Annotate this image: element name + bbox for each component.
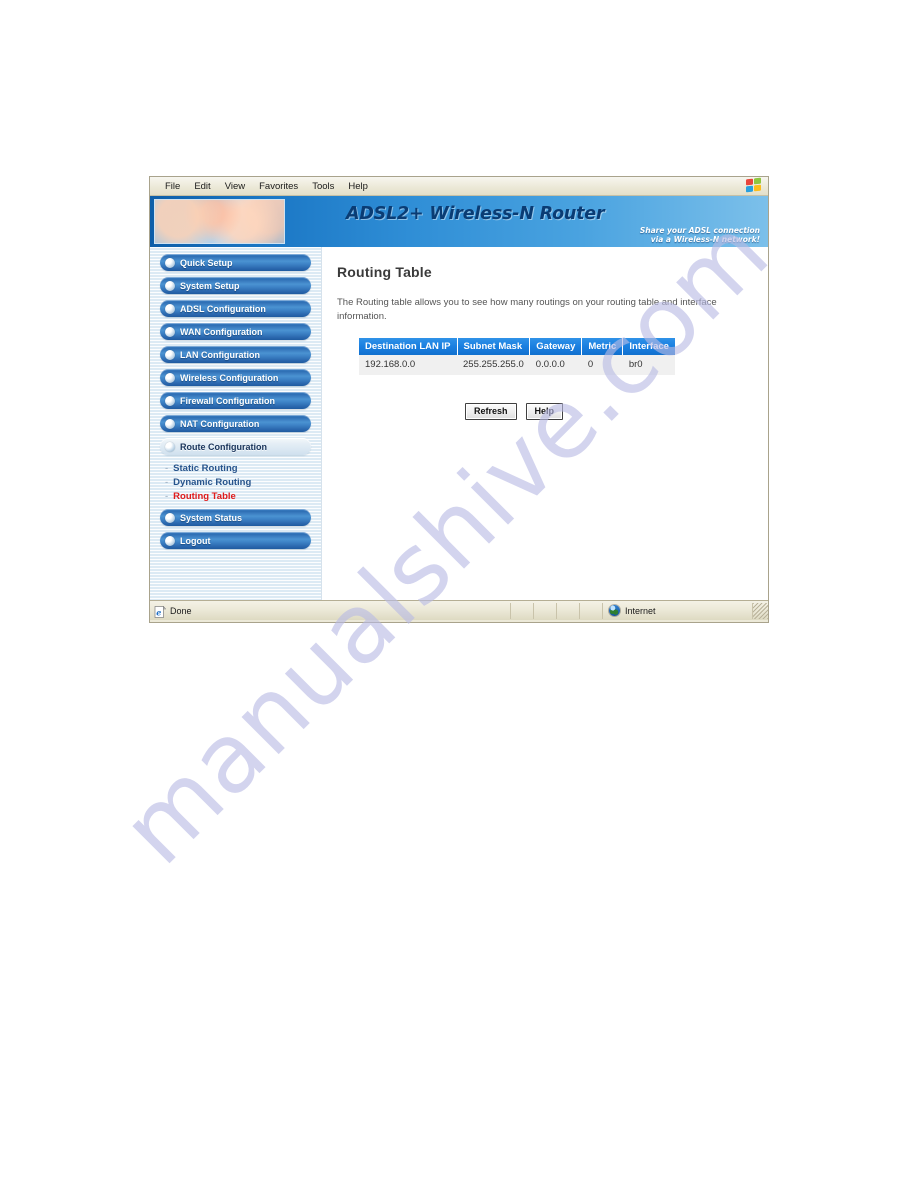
dash-icon: - (165, 462, 169, 474)
bullet-icon (165, 372, 175, 383)
bullet-icon (165, 326, 175, 337)
status-bar-segment (511, 602, 534, 619)
globe-icon (609, 605, 620, 616)
sidebar-subitem-routing-table[interactable]: - Routing Table (150, 489, 321, 503)
table-header-row: Destination LAN IP Subnet Mask Gateway M… (359, 337, 675, 355)
sidebar-item-route-configuration[interactable]: Route Configuration (160, 438, 311, 455)
sidebar-item-quick-setup[interactable]: Quick Setup (160, 254, 311, 271)
column-header-destination-lan-ip: Destination LAN IP (359, 337, 458, 355)
windows-flag-quadrant-red (746, 178, 753, 186)
column-header-interface: Interface (622, 337, 675, 355)
sidebar-item-label: Route Configuration (180, 441, 267, 452)
help-button[interactable]: Help (525, 402, 564, 420)
menu-item-view[interactable]: View (218, 180, 252, 193)
sidebar-item-system-status[interactable]: System Status (160, 509, 311, 526)
menu-bar: File Edit View Favorites Tools Help (150, 177, 768, 196)
status-bar-segment (580, 602, 603, 619)
sidebar-subitem-label: Routing Table (173, 490, 236, 502)
sidebar-item-label: System Status (180, 512, 243, 523)
site-banner: ADSL2+ Wireless-N Router Share your ADSL… (150, 196, 768, 247)
sidebar-item-label: System Setup (180, 280, 240, 291)
page-viewport: ADSL2+ Wireless-N Router Share your ADSL… (150, 196, 768, 600)
refresh-button[interactable]: Refresh (465, 402, 517, 420)
sidebar-item-lan-configuration[interactable]: LAN Configuration (160, 346, 311, 363)
status-bar-text: Done (170, 605, 192, 616)
windows-flag-icon (746, 177, 762, 193)
sidebar-item-label: LAN Configuration (180, 349, 260, 360)
cell-gateway: 0.0.0.0 (529, 354, 582, 375)
bullet-icon (165, 512, 175, 523)
svg-text:e: e (156, 607, 161, 617)
bullet-icon (165, 535, 175, 546)
page-title: Routing Table (337, 264, 432, 280)
routing-table-body: 192.168.0.0 255.255.255.0 0.0.0.0 0 br0 (359, 354, 675, 375)
cell-interface: br0 (622, 354, 675, 375)
page-body: Quick Setup System Setup ADSL Configurat… (150, 247, 768, 600)
main-content: Routing Table The Routing table allows y… (322, 247, 768, 600)
windows-flag-quadrant-green (754, 177, 761, 185)
dash-icon: - (165, 476, 169, 488)
sidebar-item-label: ADSL Configuration (180, 303, 266, 314)
cell-subnet-mask: 255.255.255.0 (457, 354, 530, 375)
sidebar-item-nat-configuration[interactable]: NAT Configuration (160, 415, 311, 432)
sidebar-item-wireless-configuration[interactable]: Wireless Configuration (160, 369, 311, 386)
banner-title: ADSL2+ Wireless-N Router (346, 204, 605, 224)
browser-window: File Edit View Favorites Tools Help ADSL… (149, 176, 769, 623)
sidebar-item-wan-configuration[interactable]: WAN Configuration (160, 323, 311, 340)
sidebar-submenu-route: - Static Routing - Dynamic Routing - Rou… (150, 461, 321, 503)
status-bar-message: e Done (150, 602, 511, 619)
sidebar-subitem-label: Dynamic Routing (173, 476, 252, 488)
menu-item-favorites[interactable]: Favorites (252, 180, 305, 193)
menu-item-file[interactable]: File (158, 180, 187, 193)
bullet-icon (165, 280, 175, 291)
routing-table-head: Destination LAN IP Subnet Mask Gateway M… (359, 337, 675, 355)
cell-destination-lan-ip: 192.168.0.0 (359, 354, 458, 375)
table-row: 192.168.0.0 255.255.255.0 0.0.0.0 0 br0 (359, 354, 675, 375)
sidebar-item-label: Firewall Configuration (180, 395, 276, 406)
menu-item-tools[interactable]: Tools (305, 180, 341, 193)
windows-flag-quadrant-blue (746, 185, 753, 193)
page-description: The Routing table allows you to see how … (337, 297, 717, 322)
sidebar-item-adsl-configuration[interactable]: ADSL Configuration (160, 300, 311, 317)
menu-item-help[interactable]: Help (341, 180, 375, 193)
banner-photo-collage (154, 199, 285, 244)
action-button-row: Refresh Help (465, 402, 768, 420)
bullet-icon (165, 441, 175, 452)
column-header-subnet-mask: Subnet Mask (457, 337, 531, 355)
sidebar-item-firewall-configuration[interactable]: Firewall Configuration (160, 392, 311, 409)
menu-item-edit[interactable]: Edit (187, 180, 217, 193)
sidebar-item-label: WAN Configuration (180, 326, 263, 337)
sidebar-subitem-static-routing[interactable]: - Static Routing (150, 461, 321, 475)
bullet-icon (165, 418, 175, 429)
sidebar-item-logout[interactable]: Logout (160, 532, 311, 549)
bullet-icon (165, 349, 175, 360)
security-zone-label: Internet (625, 605, 656, 616)
resize-grip[interactable] (753, 602, 768, 619)
bullet-icon (165, 303, 175, 314)
column-header-gateway: Gateway (529, 337, 583, 355)
banner-tagline-line2: via a Wireless-N network! (650, 235, 760, 244)
bullet-icon (165, 257, 175, 268)
sidebar-item-label: NAT Configuration (180, 418, 260, 429)
browser-status-bar: e Done Internet (150, 600, 768, 620)
sidebar-item-label: Wireless Configuration (180, 372, 279, 383)
internet-explorer-icon: e (154, 605, 167, 618)
security-zone-indicator[interactable]: Internet (603, 602, 753, 619)
sidebar-navigation: Quick Setup System Setup ADSL Configurat… (150, 247, 322, 600)
status-bar-segment (557, 602, 580, 619)
sidebar-subitem-label: Static Routing (173, 462, 238, 474)
routing-table: Destination LAN IP Subnet Mask Gateway M… (359, 337, 675, 375)
status-bar-segment (534, 602, 557, 619)
cell-metric: 0 (581, 354, 623, 375)
windows-flag-quadrant-yellow (754, 184, 761, 192)
sidebar-item-label: Logout (180, 535, 211, 546)
sidebar-item-system-setup[interactable]: System Setup (160, 277, 311, 294)
bullet-icon (165, 395, 175, 406)
dash-icon: - (165, 490, 169, 502)
sidebar-subitem-dynamic-routing[interactable]: - Dynamic Routing (150, 475, 321, 489)
column-header-metric: Metric (581, 337, 624, 355)
sidebar-item-label: Quick Setup (180, 257, 233, 268)
banner-tagline-line1: Share your ADSL connection (639, 226, 760, 235)
